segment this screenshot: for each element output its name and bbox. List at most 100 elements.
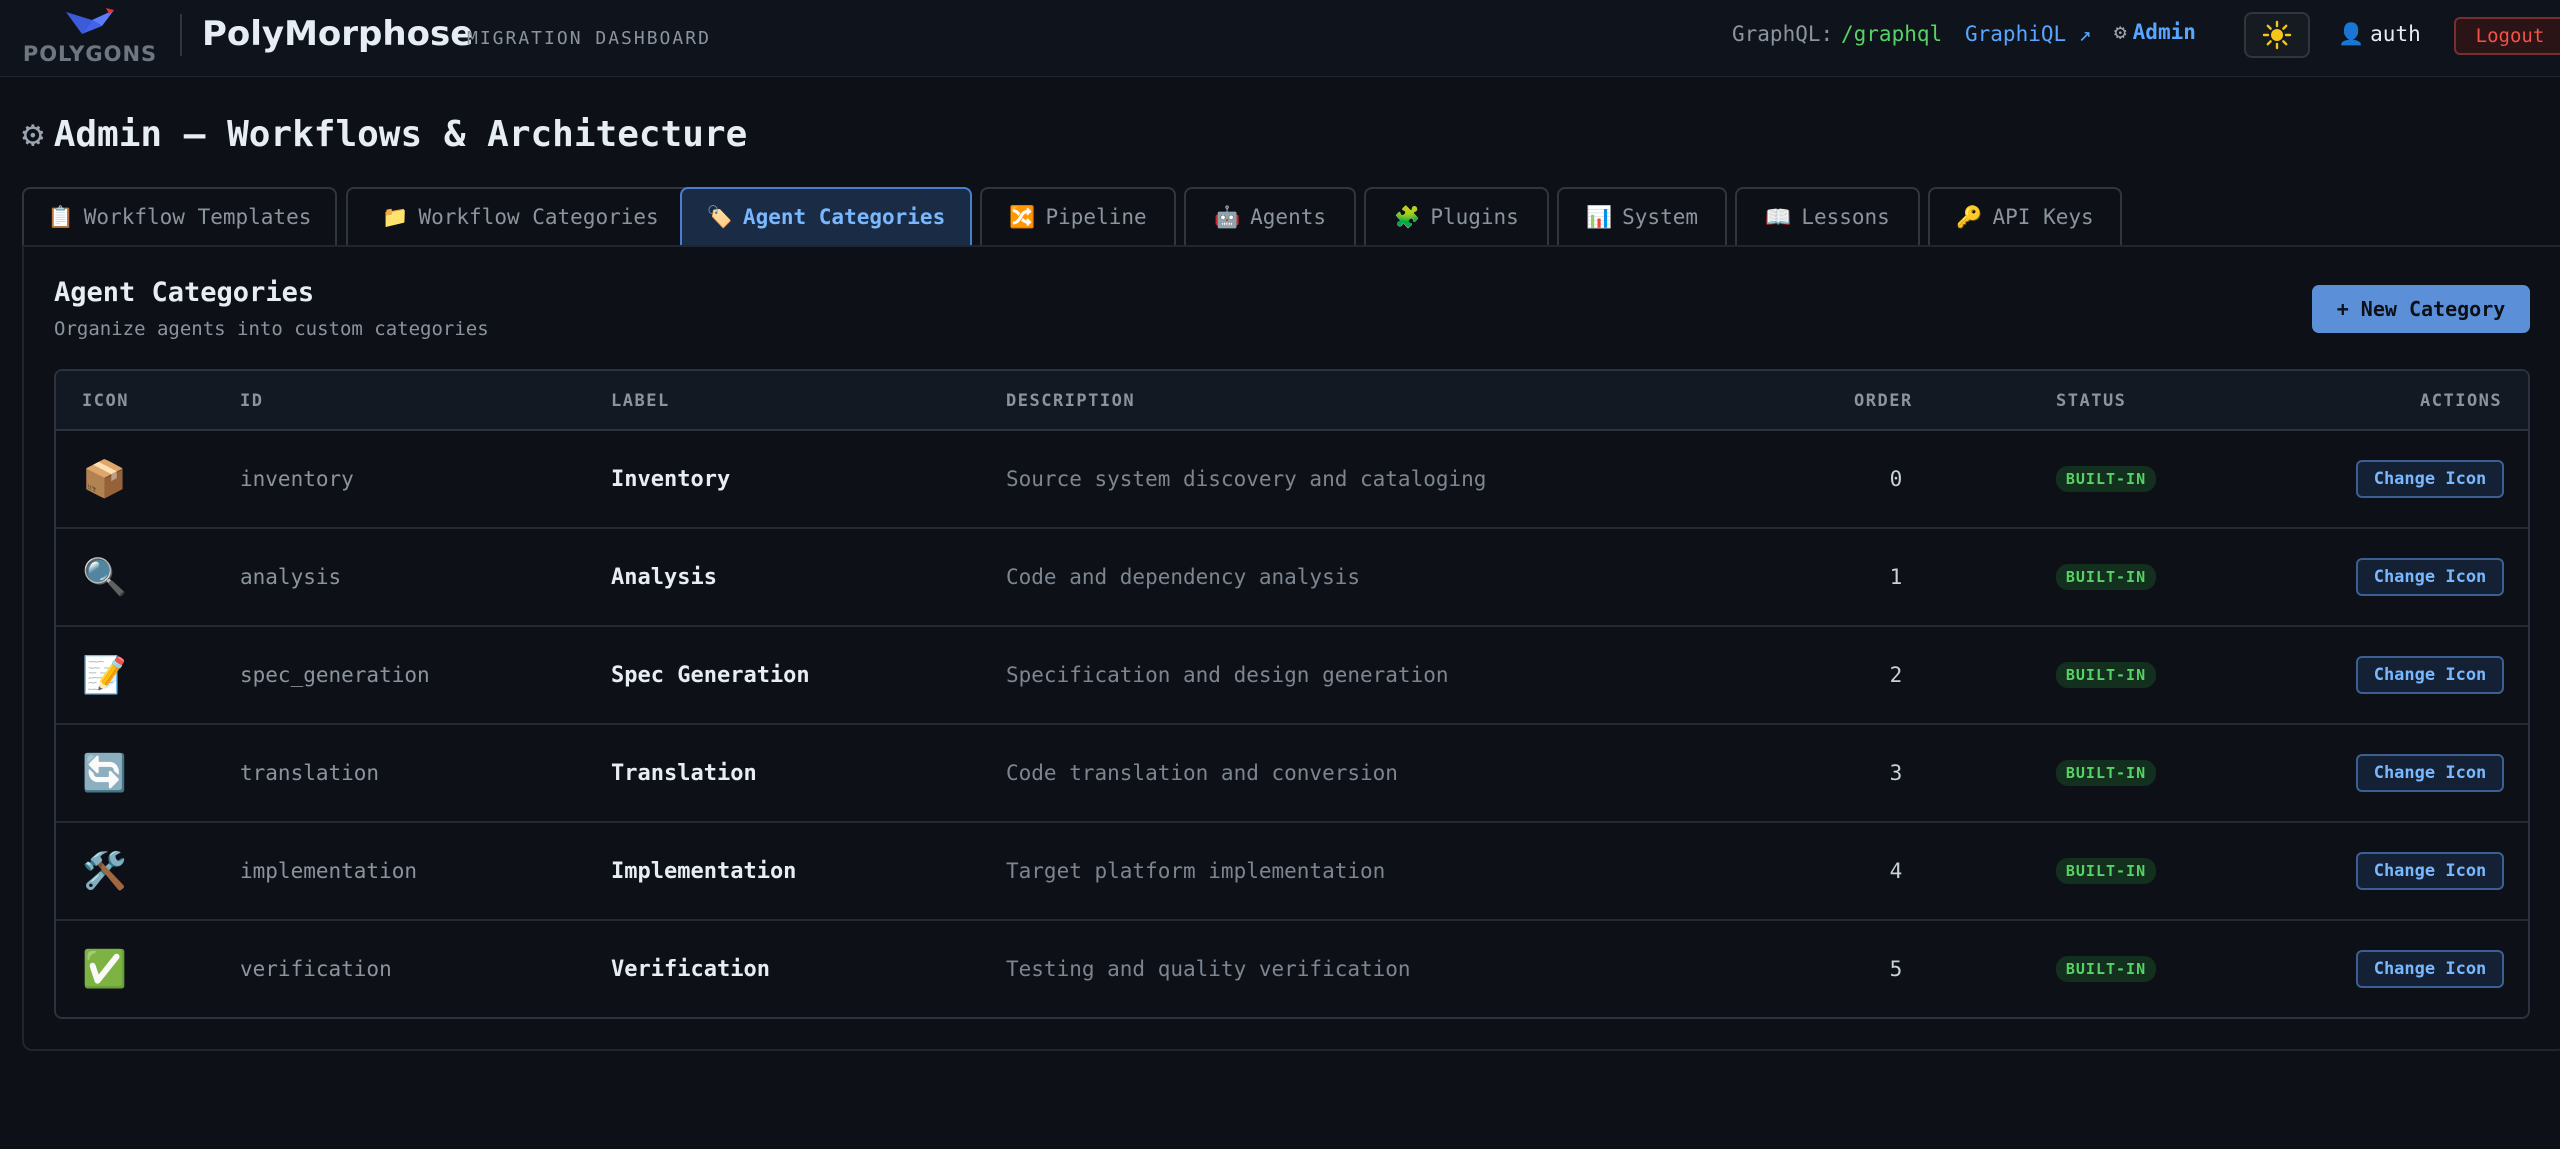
table-row: 📦 inventory Inventory Source system disc… (56, 431, 2528, 529)
graphql-path[interactable]: /graphql (1841, 22, 1942, 46)
tools-icon: 🛠️ (82, 851, 127, 892)
section-title: Agent Categories (54, 277, 315, 308)
app-subtitle: MIGRATION DASHBOARD (467, 28, 711, 49)
actions-cell: Change Icon (2356, 431, 2504, 527)
logout-button[interactable]: Logout (2454, 17, 2560, 55)
category-order: 0 (1889, 467, 1903, 491)
app-name: PolyMorphose (202, 14, 474, 54)
page-title-text: Admin — Workflows & Architecture (53, 114, 748, 155)
table-row: 🔍 analysis Analysis Code and dependency … (56, 529, 2528, 627)
change-icon-button[interactable]: Change Icon (2356, 754, 2504, 792)
brand-divider (180, 14, 182, 56)
category-label: Verification (611, 956, 770, 982)
section-subtitle: Organize agents into custom categories (54, 318, 489, 340)
category-description: Source system discovery and cataloging (1006, 467, 1487, 491)
agent-categories-table: ICON ID LABEL DESCRIPTION ORDER STATUS A… (54, 369, 2530, 1019)
label-tag-icon: 🏷️ (706, 204, 733, 229)
actions-cell: Change Icon (2356, 823, 2504, 919)
category-label: Spec Generation (611, 662, 810, 688)
change-icon-button[interactable]: Change Icon (2356, 558, 2504, 596)
change-icon-button[interactable]: Change Icon (2356, 950, 2504, 988)
status-cell: BUILT-IN (2036, 431, 2176, 527)
bar-chart-icon: 📊 (1585, 204, 1613, 229)
status-cell: BUILT-IN (2036, 627, 2176, 723)
change-icon-button[interactable]: Change Icon (2356, 656, 2504, 694)
column-header-description: DESCRIPTION (1006, 391, 1136, 411)
actions-cell: Change Icon (2356, 725, 2504, 821)
gear-icon: ⚙ (2114, 20, 2127, 44)
refresh-arrows-icon: 🔄 (82, 753, 127, 794)
tab-workflow-categories[interactable]: 📁 Workflow Categories (346, 187, 695, 245)
sun-icon (2262, 20, 2292, 50)
graphiql-link[interactable]: GraphiQL ↗ (1965, 22, 2091, 46)
tab-agents[interactable]: 🤖 Agents (1184, 187, 1356, 245)
theme-toggle-button[interactable] (2244, 12, 2310, 58)
status-badge: BUILT-IN (2055, 466, 2157, 492)
package-icon: 📦 (82, 459, 127, 500)
category-order: 3 (1889, 761, 1903, 785)
category-label: Analysis (611, 564, 717, 590)
admin-nav-link[interactable]: ⚙ Admin (2114, 20, 2196, 44)
category-description: Code translation and conversion (1006, 761, 1398, 785)
table-row: 📝 spec_generation Spec Generation Specif… (56, 627, 2528, 725)
category-description: Target platform implementation (1006, 859, 1386, 883)
category-label: Translation (611, 760, 757, 786)
tab-label: Lessons (1801, 205, 1890, 229)
tab-label: Agents (1250, 205, 1326, 229)
user-icon: 👤 (2338, 22, 2365, 46)
column-header-actions: ACTIONS (2420, 391, 2503, 411)
status-badge: BUILT-IN (2055, 564, 2157, 590)
page-title: ⚙ Admin — Workflows & Architecture (22, 114, 747, 155)
polygons-logo[interactable]: POLYGONS (20, 6, 160, 66)
top-bar: POLYGONS PolyMorphose MIGRATION DASHBOAR… (0, 0, 2560, 77)
table-row: ✅ verification Verification Testing and … (56, 921, 2528, 1017)
status-badge: BUILT-IN (2055, 858, 2157, 884)
category-order: 5 (1889, 957, 1903, 981)
graphql-label: GraphQL: (1732, 22, 1834, 46)
change-icon-button[interactable]: Change Icon (2356, 852, 2504, 890)
status-cell: BUILT-IN (2036, 725, 2176, 821)
folder-icon: 📁 (382, 204, 409, 229)
tab-pipeline[interactable]: 🔀 Pipeline (980, 187, 1176, 245)
category-order: 4 (1889, 859, 1903, 883)
tab-lessons[interactable]: 📖 Lessons (1735, 187, 1920, 245)
gear-icon: ⚙ (22, 114, 44, 155)
category-description: Code and dependency analysis (1006, 565, 1361, 589)
status-cell: BUILT-IN (2036, 823, 2176, 919)
status-cell: BUILT-IN (2036, 529, 2176, 625)
category-id: analysis (240, 565, 342, 589)
tab-agent-categories[interactable]: 🏷️ Agent Categories (680, 187, 972, 245)
logo-text: POLYGONS (22, 42, 158, 66)
new-category-button[interactable]: + New Category (2312, 285, 2530, 333)
category-id: translation (240, 761, 380, 785)
tab-label: Workflow Templates (83, 205, 312, 229)
status-badge: BUILT-IN (2055, 760, 2157, 786)
tab-system[interactable]: 📊 System (1557, 187, 1727, 245)
category-label: Inventory (611, 466, 731, 492)
bird-logo-icon (66, 8, 114, 34)
category-order: 2 (1889, 663, 1903, 687)
category-order: 1 (1889, 565, 1903, 589)
column-header-icon: ICON (82, 391, 129, 411)
tab-label: Agent Categories (742, 205, 946, 229)
category-id: inventory (240, 467, 354, 491)
agent-categories-panel: Agent Categories Organize agents into cu… (22, 245, 2560, 1051)
category-id: implementation (240, 859, 418, 883)
actions-cell: Change Icon (2356, 627, 2504, 723)
key-icon: 🔑 (1956, 204, 1983, 229)
change-icon-button[interactable]: Change Icon (2356, 460, 2504, 498)
actions-cell: Change Icon (2356, 921, 2504, 1017)
tab-workflow-templates[interactable]: 📋 Workflow Templates (22, 187, 337, 245)
tab-plugins[interactable]: 🧩 Plugins (1364, 187, 1549, 245)
tab-label: Pipeline (1045, 205, 1147, 229)
tab-label: System (1622, 205, 1698, 229)
table-row: 🛠️ implementation Implementation Target … (56, 823, 2528, 921)
tab-api-keys[interactable]: 🔑 API Keys (1928, 187, 2122, 245)
status-badge: BUILT-IN (2055, 956, 2157, 982)
table-row: 🔄 translation Translation Code translati… (56, 725, 2528, 823)
column-header-label: LABEL (611, 391, 670, 411)
puzzle-icon: 🧩 (1394, 204, 1421, 229)
user-menu[interactable]: 👤 auth (2338, 22, 2421, 47)
tab-label: API Keys (1992, 205, 2094, 229)
category-description: Specification and design generation (1006, 663, 1449, 687)
